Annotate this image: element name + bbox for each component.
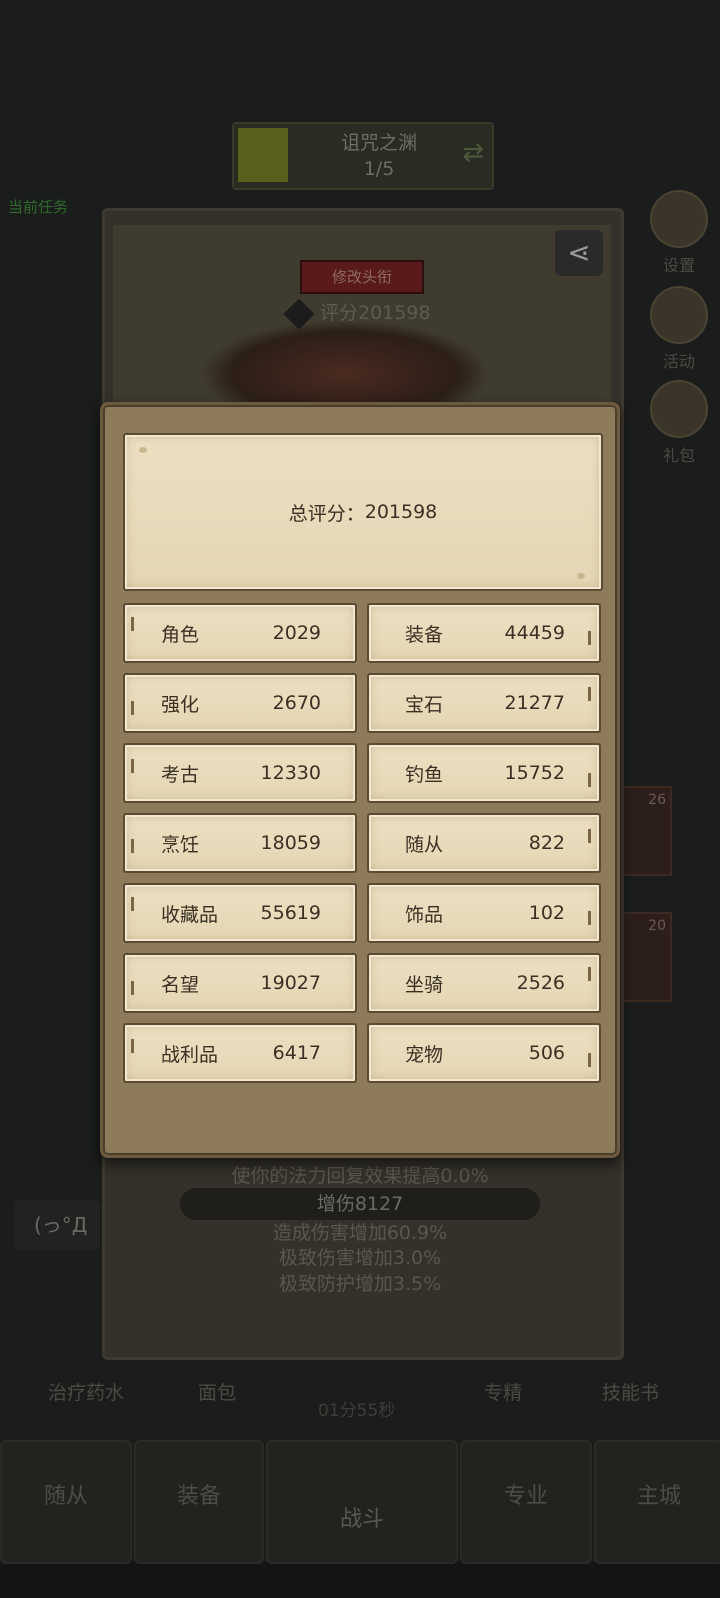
stat-value: 506	[528, 1042, 565, 1064]
stat-value: 102	[528, 902, 565, 924]
stat-row-collectibles: 收藏品 55619	[123, 883, 357, 943]
stat-label: 烹饪	[161, 833, 200, 856]
stat-row-equipment: 装备 44459	[367, 603, 601, 663]
stat-value: 15752	[504, 762, 565, 784]
stat-row-role: 角色 2029	[123, 603, 357, 663]
nav-town: 主城	[594, 1440, 720, 1564]
stat-label: 名望	[161, 973, 200, 996]
item-bread: 面包	[198, 1382, 237, 1404]
stat-row-fishing: 钓鱼 15752	[367, 743, 601, 803]
stat-label: 宝石	[405, 693, 444, 716]
share-icon: ⋖	[555, 230, 603, 276]
stat-label: 装备	[405, 623, 444, 646]
activity-icon	[650, 286, 708, 344]
stage-title-box: 诅咒之渊 1/5 ⇄	[232, 122, 494, 190]
nail-decoration	[139, 447, 147, 453]
stat-value: 21277	[504, 692, 565, 714]
effect-line: 造成伤害增加60.9%	[272, 1222, 448, 1244]
effect-line: 使你的法力回复效果提高0.0%	[231, 1165, 489, 1187]
rename-title-button: 修改头衔	[300, 260, 424, 294]
stat-value: 19027	[260, 972, 321, 994]
stat-row-enhance: 强化 2670	[123, 673, 357, 733]
help-icon	[283, 297, 315, 330]
score-label: 评分201598	[283, 297, 431, 330]
stat-label: 坐骑	[405, 973, 444, 996]
chat-box: (っ°Д	[14, 1200, 100, 1250]
stat-label: 强化	[161, 693, 200, 716]
stat-label: 考古	[161, 763, 200, 786]
stat-value: 2526	[516, 972, 565, 994]
stat-row-gem: 宝石 21277	[367, 673, 601, 733]
nail-decoration	[577, 573, 585, 579]
stat-value: 18059	[260, 832, 321, 854]
stat-label: 钓鱼	[405, 763, 444, 786]
gift-side-button: 礼包	[648, 380, 710, 466]
nav-followers: 随从	[0, 1440, 132, 1564]
stat-value: 12330	[260, 762, 321, 784]
quest-text: 当前任务	[8, 198, 69, 216]
stage-title: 诅咒之渊	[340, 132, 417, 154]
stat-row-cooking: 烹饪 18059	[123, 813, 357, 873]
stat-row-mount: 坐骑 2526	[367, 953, 601, 1013]
stat-value: 44459	[504, 622, 565, 644]
character-portrait	[200, 320, 490, 410]
item-specialty: 专精	[484, 1382, 523, 1404]
stat-label: 随从	[405, 833, 444, 856]
timer: 01分55秒	[318, 1401, 396, 1421]
stage-thumbnail	[238, 128, 288, 182]
effect-line: 极致伤害增加3.0%	[278, 1247, 442, 1269]
stat-label: 收藏品	[161, 903, 219, 926]
score-breakdown-dialog: 总评分： 201598 角色 2029 装备 44459 强化 2670 宝石 2…	[100, 402, 620, 1158]
stat-row-reputation: 名望 19027	[123, 953, 357, 1013]
stat-value: 55619	[260, 902, 321, 924]
gift-icon	[650, 380, 708, 438]
stat-label: 角色	[161, 623, 200, 646]
stat-value: 6417	[272, 1042, 321, 1064]
stage-progress: 1/5	[363, 158, 395, 180]
switch-arrows-icon: ⇄	[462, 138, 484, 168]
item-skillbook: 技能书	[602, 1382, 660, 1404]
stat-row-followers: 随从 822	[367, 813, 601, 873]
nav-battle: 战斗	[266, 1440, 458, 1564]
total-score-value: 201598	[364, 501, 438, 523]
effect-line: 极致防护增加3.5%	[278, 1273, 442, 1295]
stat-value: 822	[528, 832, 565, 854]
stat-value: 2029	[272, 622, 321, 644]
stat-row-loot: 战利品 6417	[123, 1023, 357, 1083]
stat-value: 2670	[272, 692, 321, 714]
stat-label: 宠物	[405, 1043, 444, 1066]
settings-side-button: 设置	[648, 190, 710, 276]
stat-row-accessories: 饰品 102	[367, 883, 601, 943]
activity-side-button: 活动	[648, 286, 710, 372]
gear-icon	[650, 190, 708, 248]
item-potion: 治疗药水	[48, 1382, 125, 1404]
damage-pill: 增伤8127	[180, 1188, 540, 1220]
total-score-panel: 总评分： 201598	[123, 433, 603, 591]
total-score-label: 总评分：	[288, 502, 365, 525]
nav-equipment: 装备	[134, 1440, 264, 1564]
stat-label: 战利品	[161, 1043, 219, 1066]
nav-profession: 专业	[460, 1440, 592, 1564]
stat-row-pets: 宠物 506	[367, 1023, 601, 1083]
stat-label: 饰品	[405, 903, 444, 926]
stat-row-archaeology: 考古 12330	[123, 743, 357, 803]
